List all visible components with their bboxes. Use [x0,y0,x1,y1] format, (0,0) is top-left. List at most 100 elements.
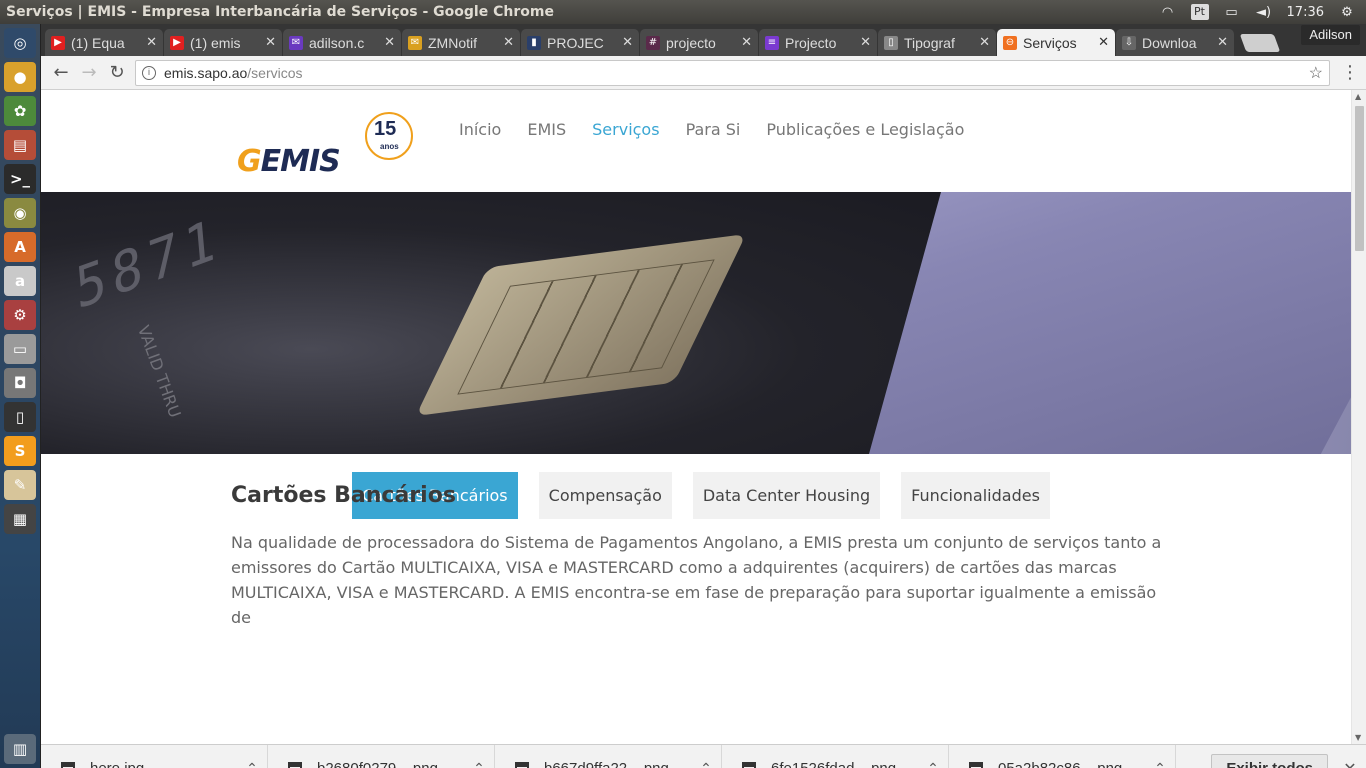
download-options-chevron-icon[interactable]: ⌃ [1145,760,1175,768]
settings-gear-icon[interactable]: ⚙ [1338,4,1356,20]
system-tray: ◠ Pt ▭ ◄) 17:36 ⚙ [1159,4,1366,20]
profile-button[interactable]: Adilson [1301,25,1360,45]
download-item[interactable]: b2680f0279....png⌃ [268,744,495,768]
scroll-up-arrow-icon[interactable]: ▲ [1355,92,1361,101]
download-filename: b2680f0279....png [317,760,464,768]
download-filename: hero.jpg [90,760,237,768]
photos-icon[interactable]: ✿ [4,96,36,126]
tab-strip: ▶ (1) Equa ✕ ▶ (1) emis ✕ ✉ adilson.c ✕ ✉ ZMNotif ✕… [41,24,1366,56]
text-editor-icon[interactable]: ✎ [4,470,36,500]
files-icon[interactable]: ▤ [4,130,36,160]
browser-tab[interactable]: ▶ (1) emis ✕ [164,29,282,56]
back-button[interactable]: ← [47,59,75,87]
battery-icon[interactable]: ▭ [1223,4,1241,20]
drive-icon[interactable]: ▭ [4,334,36,364]
camera-icon[interactable]: ◘ [4,368,36,398]
tab-favicon-icon: ⊖ [1003,35,1017,50]
settings-icon[interactable]: ⚙ [4,300,36,330]
clock[interactable]: 17:36 [1287,5,1324,20]
image-file-icon [515,761,529,768]
download-options-chevron-icon[interactable]: ⌃ [918,760,948,768]
tab-close-icon[interactable]: ✕ [1217,35,1228,50]
download-item[interactable]: 05a2b82c86....png⌃ [949,744,1176,768]
tab-close-icon[interactable]: ✕ [1098,35,1109,50]
download-options-chevron-icon[interactable]: ⌃ [691,760,721,768]
tab-close-icon[interactable]: ✕ [622,35,633,50]
browser-tab[interactable]: ≡ Projecto ✕ [759,29,877,56]
sublime-icon[interactable]: S [4,436,36,466]
scrollbar-thumb[interactable] [1355,106,1364,251]
nav-item[interactable]: EMIS [527,120,566,139]
download-filename: b667d9ffa22....png [544,760,691,768]
terminal-icon[interactable]: >_ [4,164,36,194]
download-filename: 05a2b82c86....png [998,760,1145,768]
browser-tab[interactable]: ✉ ZMNotif ✕ [402,29,520,56]
tab-favicon-icon: ✉ [408,35,422,50]
site-header: 15 anos GEMIS Início EMIS Serviços Para Si P… [41,90,1351,192]
section-title: Cartões Bancários [231,483,456,508]
tab-title: Tipograf [904,34,955,51]
section-content: Cartões Bancários Na qualidade de proces… [231,483,1171,630]
download-filename: 6fe1526fdad....png [771,760,918,768]
section-body: Na qualidade de processadora do Sistema … [231,533,1162,627]
trash-icon[interactable]: ▥ [4,734,36,764]
tab-favicon-icon: ▮ [527,35,541,50]
tab-title: (1) emis [190,34,241,51]
download-item[interactable]: b667d9ffa22....png⌃ [495,744,722,768]
tab-close-icon[interactable]: ✕ [384,35,395,50]
launcher: ◎ ● ✿ ▤ >_ ◉ Aa ⚙ ▭ ◘ ▯ S ✎ ▦ ▥ [0,24,41,768]
software-center-icon[interactable]: A [4,232,36,262]
image-file-icon [61,761,75,768]
volume-icon[interactable]: ◄) [1255,4,1273,20]
reload-button[interactable]: ↻ [103,59,131,87]
chrome-icon[interactable]: ● [4,62,36,92]
site-info-icon[interactable]: i [142,65,156,80]
nav-item[interactable]: Publicações e Legislação [766,120,964,139]
nav-item[interactable]: Início [459,120,501,139]
download-options-chevron-icon[interactable]: ⌃ [464,760,494,768]
browser-tab[interactable]: ▶ (1) Equa ✕ [45,29,163,56]
new-tab-button[interactable] [1239,34,1281,52]
show-all-downloads-button[interactable]: Exibir todos [1211,753,1328,768]
tab-close-icon[interactable]: ✕ [503,35,514,50]
tab-close-icon[interactable]: ✕ [265,35,276,50]
emis-logo[interactable]: 15 anos GEMIS [237,108,417,179]
browser-window: ▶ (1) Equa ✕ ▶ (1) emis ✕ ✉ adilson.c ✕ ✉ ZMNotif ✕… [41,24,1366,768]
browser-tab[interactable]: ▮ PROJEC ✕ [521,29,639,56]
tab-title: projecto [666,34,716,51]
wifi-icon[interactable]: ◠ [1159,4,1177,20]
scroll-down-arrow-icon[interactable]: ▼ [1355,733,1361,742]
hero-banner: 5871 VALID THRU [41,192,1351,454]
nav-item[interactable]: Para Si [686,120,741,139]
nav-item[interactable]: Serviços [592,120,659,139]
tab-close-icon[interactable]: ✕ [146,35,157,50]
browser-tab[interactable]: ▯ Tipograf ✕ [878,29,996,56]
webcam-icon[interactable]: ◉ [4,198,36,228]
address-bar[interactable]: i emis.sapo.ao/servicos ☆ [135,59,1330,86]
tab-close-icon[interactable]: ✕ [860,35,871,50]
image-file-icon [742,761,756,768]
browser-tab[interactable]: ✉ adilson.c ✕ [283,29,401,56]
tab-title: Projecto [785,34,837,51]
download-item[interactable]: hero.jpg⌃ [41,744,268,768]
download-item[interactable]: 6fe1526fdad....png⌃ [722,744,949,768]
phone-icon[interactable]: ▯ [4,402,36,432]
bookmark-star-icon[interactable]: ☆ [1309,63,1323,83]
amazon-icon[interactable]: a [4,266,36,296]
main-nav: Início EMIS Serviços Para Si Publicações e L… [459,120,964,139]
forward-button[interactable]: → [75,59,103,87]
close-downloads-bar-icon[interactable]: ✕ [1340,759,1360,768]
dash-home-icon[interactable]: ◎ [4,28,36,58]
browser-tab[interactable]: # projecto ✕ [640,29,758,56]
page-scrollbar[interactable]: ▲ ▼ [1351,90,1366,744]
browser-tab[interactable]: ⊖ Serviços ✕ [997,29,1115,56]
tab-close-icon[interactable]: ✕ [741,35,752,50]
browser-tab[interactable]: ⇩ Downloa ✕ [1116,29,1234,56]
video-editor-icon[interactable]: ▦ [4,504,36,534]
downloads-bar: hero.jpg⌃b2680f0279....png⌃b667d9ffa22..… [41,744,1366,768]
tab-favicon-icon: ▶ [170,35,184,50]
tab-close-icon[interactable]: ✕ [979,35,990,50]
download-options-chevron-icon[interactable]: ⌃ [237,760,267,768]
keyboard-layout-indicator[interactable]: Pt [1190,4,1209,20]
chrome-menu-icon[interactable]: ⋮ [1340,62,1360,83]
